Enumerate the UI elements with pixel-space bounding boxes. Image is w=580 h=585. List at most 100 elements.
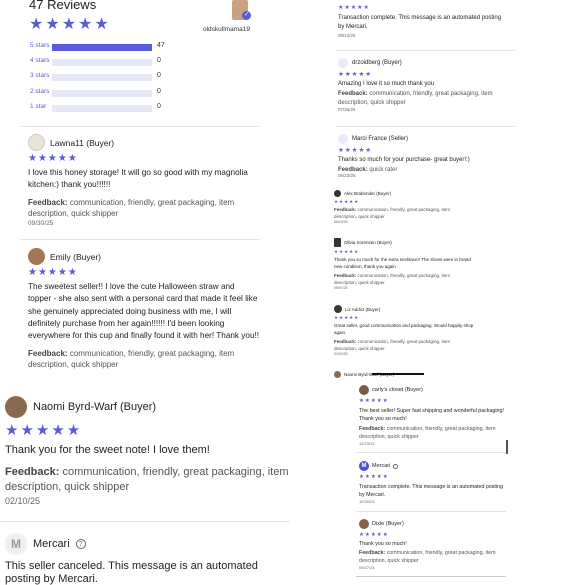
rating-count: 0 xyxy=(157,72,161,79)
review-stars: ★★★★★ xyxy=(359,474,389,480)
rating-bar xyxy=(52,105,152,112)
reviewer-avatar[interactable] xyxy=(338,134,348,144)
reviewer-avatar[interactable] xyxy=(338,58,348,68)
reviewer-name[interactable]: Emily (Buyer) xyxy=(50,252,101,262)
verified-icon: ✓ xyxy=(242,11,251,20)
review-text: Great seller, good communication and pac… xyxy=(334,323,474,335)
review-text: I love this honey storage! It will go so… xyxy=(28,168,248,189)
reviewer-name[interactable]: Mercari xyxy=(33,538,70,550)
review-card: Dixie (Buyer) ★★★★★ Thank you so much! F… xyxy=(359,519,504,570)
reviewer-avatar[interactable] xyxy=(334,305,342,313)
review-date: 08/12/25 xyxy=(338,33,356,38)
rating-row-5[interactable]: 5 stars 47 xyxy=(30,42,170,52)
rating-label: 2 stars xyxy=(30,88,50,95)
review-stars: ★★★★★ xyxy=(334,249,360,254)
seller-username[interactable]: oldskullmama19 xyxy=(203,26,250,33)
feedback-label: Feedback: xyxy=(5,466,60,478)
review-card: Marci France (Seller) ★★★★★ Thanks so mu… xyxy=(338,134,508,178)
rating-bar xyxy=(52,74,152,81)
reviewer-name[interactable]: drzoidberg (Buyer) xyxy=(352,60,402,66)
review-date: 12/23/24 xyxy=(359,441,375,446)
review-text: Thanks so much for your purchase- great … xyxy=(338,157,470,163)
reviewer-name[interactable]: Olivia Sorensen (Buyer) xyxy=(344,240,392,245)
review-card: ★★★★★ Transaction complete. This message… xyxy=(338,4,508,38)
feedback-label: Feedback: xyxy=(359,426,386,432)
review-date: 06/19/25 xyxy=(334,220,348,224)
review-date: 09/30/25 xyxy=(28,220,54,227)
review-stars: ★★★★★ xyxy=(28,153,78,164)
rating-row-3[interactable]: 3 stars 0 xyxy=(30,72,170,82)
review-date: 04/04/25 xyxy=(334,352,348,356)
review-stars: ★★★★★ xyxy=(338,5,370,11)
review-feedback: Feedback: communication, friendly, great… xyxy=(359,550,504,565)
divider xyxy=(356,452,506,453)
rating-row-1[interactable]: 1 star 0 xyxy=(30,103,170,113)
review-stars: ★★★★★ xyxy=(359,398,389,404)
reviewer-name[interactable]: carly's closet (Buyer) xyxy=(372,387,423,393)
review-stars: ★★★★★ xyxy=(5,422,83,439)
reviews-title: 47 Reviews xyxy=(29,0,97,12)
review-card: M Mercari ? This seller canceled. This m… xyxy=(5,533,300,585)
reviewer-name[interactable]: Mercari xyxy=(372,463,390,469)
reviewer-avatar[interactable] xyxy=(334,238,341,247)
reviewer-avatar[interactable] xyxy=(334,371,341,378)
reviewer-avatar[interactable] xyxy=(28,134,45,151)
review-feedback: Feedback: communication, friendly, great… xyxy=(28,348,260,370)
review-text: Transaction complete. This message is an… xyxy=(359,484,503,498)
review-text: Thank you so much for the extra necklace… xyxy=(334,257,471,269)
rating-count: 0 xyxy=(157,57,161,64)
rating-label: 1 star xyxy=(30,103,47,110)
help-icon[interactable]: ? xyxy=(75,539,86,549)
review-date: 05/07/25 xyxy=(334,286,348,290)
review-text: Amazing I love it so much thank you xyxy=(338,81,435,87)
review-text: This seller canceled. This message is an… xyxy=(5,560,258,572)
feedback-label: Feedback: xyxy=(359,550,386,556)
divider xyxy=(356,576,506,577)
rating-label: 4 stars xyxy=(30,57,50,64)
reviewer-name[interactable]: Liz Addict (Buyer) xyxy=(345,307,380,312)
review-feedback: Feedback: communication, friendly, great… xyxy=(359,426,504,441)
reviewer-name[interactable]: Naomi Byrd-Warf (Buyer) xyxy=(33,401,156,413)
rating-label: 3 stars xyxy=(30,72,50,79)
rating-bar-fill xyxy=(52,44,152,51)
rating-bar xyxy=(52,59,152,66)
reviewer-avatar[interactable] xyxy=(359,519,369,529)
rating-bar xyxy=(52,90,152,97)
review-card: Olivia Sorensen (Buyer) ★★★★★ Thank you … xyxy=(334,238,474,290)
rating-row-4[interactable]: 4 stars 0 xyxy=(30,57,170,67)
feedback-label: Feedback: xyxy=(28,349,68,359)
reviewer-name[interactable]: Alex Brabender (Buyer) xyxy=(344,191,391,196)
review-card: Lawna11 (Buyer) ★★★★★ I love this honey … xyxy=(28,134,260,227)
review-stars: ★★★★★ xyxy=(28,267,78,278)
reviewer-avatar[interactable] xyxy=(359,385,369,395)
review-text: The best seller! Super fast shipping and… xyxy=(359,408,504,422)
summary-stars: ★★★★★ xyxy=(29,16,111,33)
review-feedback: Feedback: communication, friendly, great… xyxy=(334,273,474,286)
feedback-label: Feedback: xyxy=(334,273,357,278)
crop-line xyxy=(372,373,424,375)
divider xyxy=(20,239,260,240)
reviewer-name[interactable]: Lawna11 (Buyer) xyxy=(50,138,114,148)
rating-count: 47 xyxy=(157,42,165,49)
mercari-logo-icon: M xyxy=(359,461,369,471)
review-feedback: Feedback: communication, friendly, great… xyxy=(334,339,474,352)
rating-row-2[interactable]: 2 stars 0 xyxy=(30,88,170,98)
feedback-label: Feedback: xyxy=(338,91,368,97)
review-text: Thank you so much! xyxy=(359,541,407,547)
review-text: Thank you for the sweet note! I love the… xyxy=(5,444,210,456)
reviewer-avatar[interactable] xyxy=(5,396,27,418)
rating-bar xyxy=(52,44,152,51)
review-stars: ★★★★★ xyxy=(334,315,360,320)
help-icon[interactable] xyxy=(393,463,399,469)
feedback-label: Feedback: xyxy=(334,339,357,344)
reviewer-avatar[interactable] xyxy=(28,248,45,265)
scrollbar[interactable] xyxy=(506,440,508,454)
review-date: 10/30/24 xyxy=(359,499,375,504)
rating-label: 5 stars xyxy=(30,42,50,49)
review-card: Alex Brabender (Buyer) ★★★★★ Feedback: c… xyxy=(334,190,474,224)
review-feedback: Feedback: communication, friendly, great… xyxy=(334,207,474,220)
reviewer-name[interactable]: Dixie (Buyer) xyxy=(372,521,404,527)
reviewer-avatar[interactable] xyxy=(334,190,341,197)
reviewer-name[interactable]: Marci France (Seller) xyxy=(352,136,408,142)
review-stars: ★★★★★ xyxy=(338,147,373,154)
